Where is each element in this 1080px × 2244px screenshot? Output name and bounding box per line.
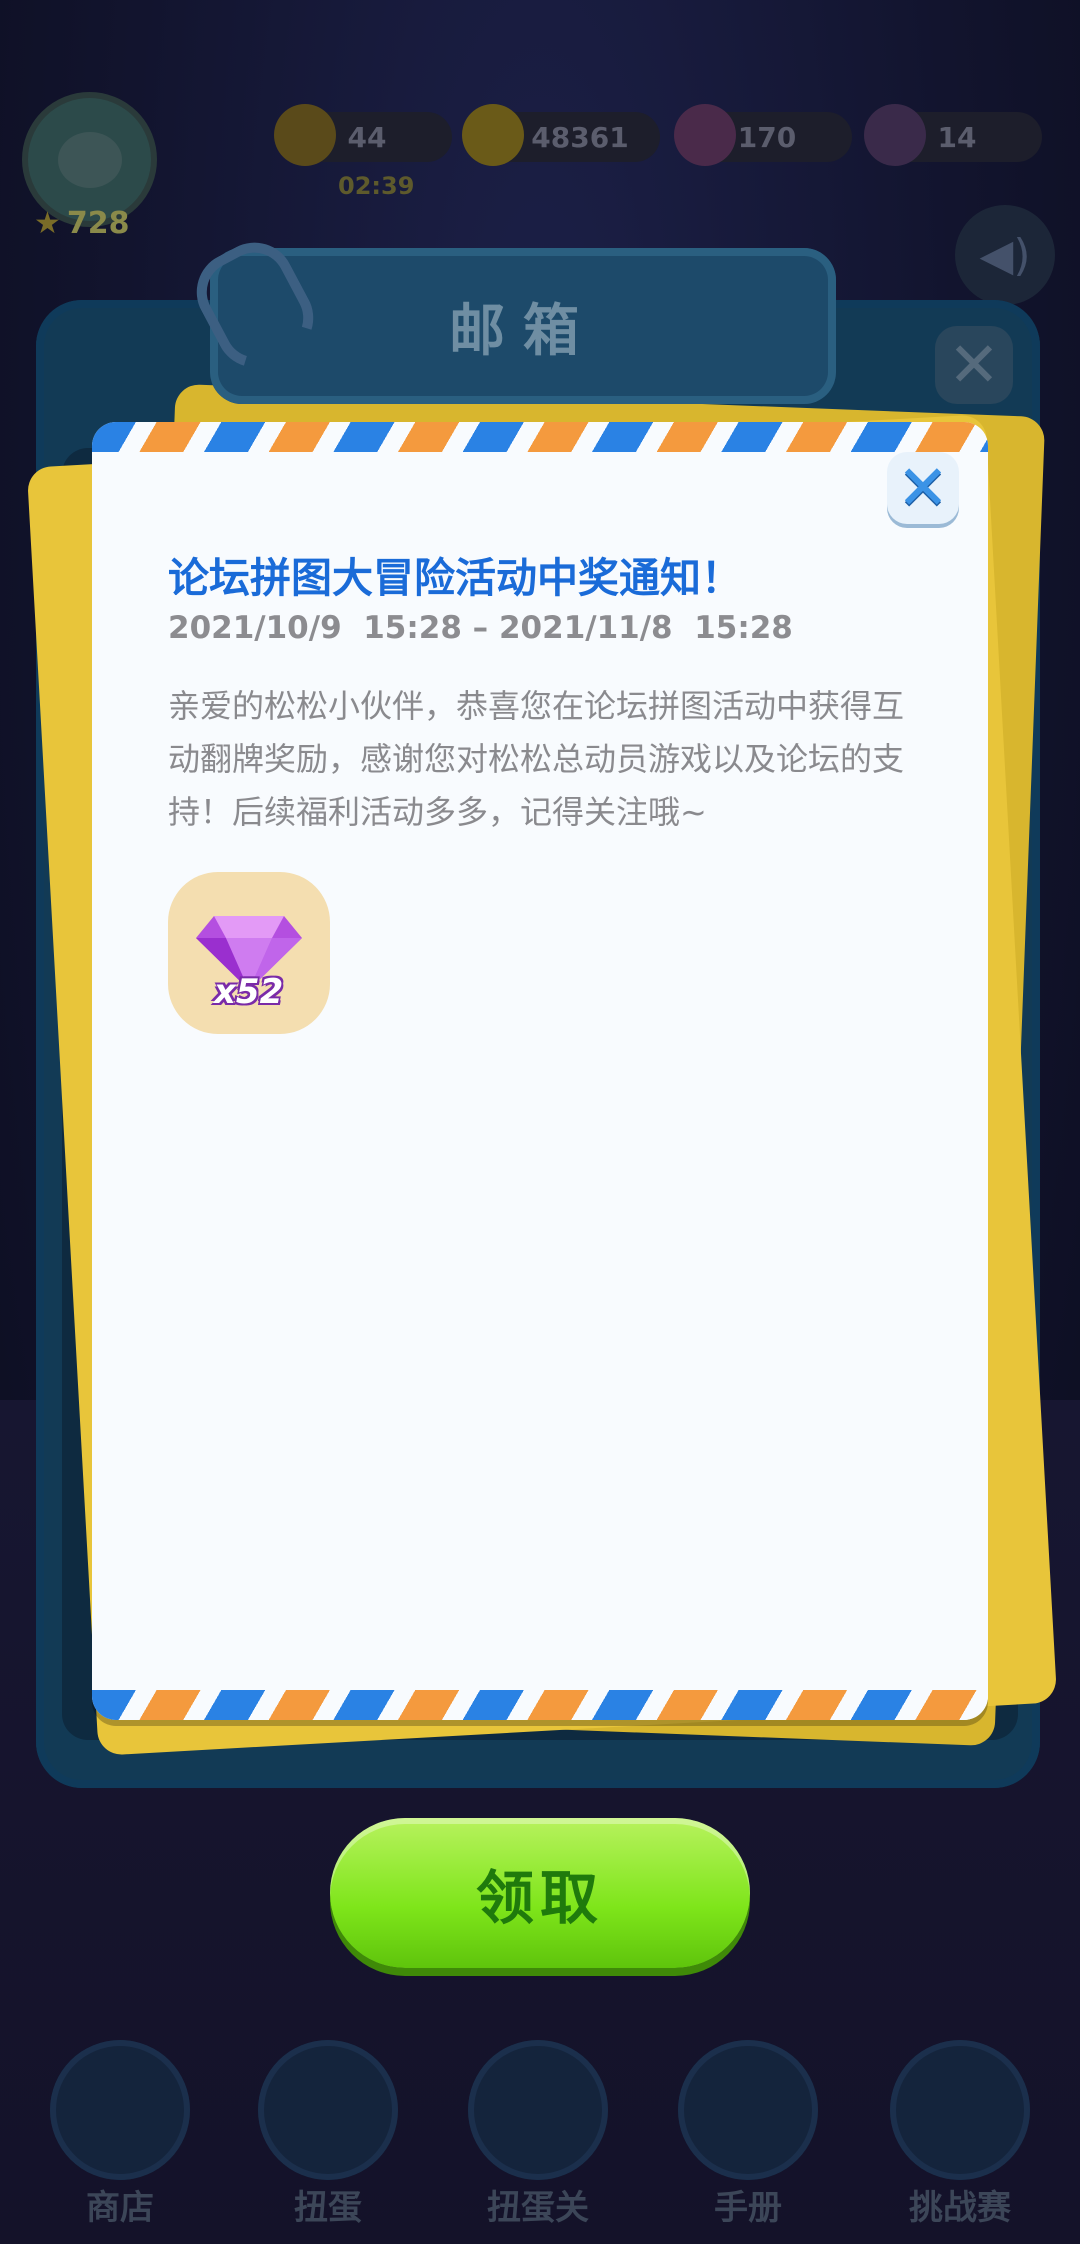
crown-icon (864, 104, 926, 166)
airmail-stripe-bottom (92, 1690, 988, 1720)
coin-value: 48361 (531, 120, 629, 154)
mail-letter: ✕ 论坛拼图大冒险活动中奖通知！ 2021/10/9 15:28 – 2021/… (92, 422, 988, 1720)
nav-item-challenge[interactable]: 挑战赛 (880, 2040, 1040, 2230)
nav-label: 手册 (714, 2188, 782, 2228)
reward-item[interactable]: x52 (168, 872, 330, 1034)
nav-label: 扭蛋关 (487, 2188, 589, 2228)
gacha-icon (258, 2040, 398, 2180)
crown-counter[interactable]: 14 (864, 104, 1042, 166)
coin-counter[interactable]: 48361 (462, 104, 660, 166)
nav-label: 扭蛋 (294, 2188, 362, 2228)
nav-item-shop[interactable]: 商店 (40, 2040, 200, 2230)
handbook-icon (678, 2040, 818, 2180)
gem-counter[interactable]: 170 (674, 104, 852, 166)
mailbox-title: 邮箱 (449, 298, 597, 364)
nav-item-gacha-level[interactable]: 扭蛋关 (458, 2040, 618, 2230)
star-icon: ★ (34, 206, 61, 241)
gem-value: 170 (737, 120, 797, 154)
reward-quantity: x52 (214, 972, 284, 1012)
player-level: ★ 728 (34, 206, 130, 241)
gem-icon (674, 104, 736, 166)
nav-label: 商店 (86, 2188, 154, 2228)
crown-value: 14 (937, 120, 977, 154)
mail-date-range: 2021/10/9 15:28 – 2021/11/8 15:28 (168, 610, 793, 646)
avatar-face (58, 132, 122, 188)
bottom-nav: 商店 扭蛋 扭蛋关 手册 挑战赛 (0, 2030, 1080, 2244)
speaker-icon[interactable]: ◀) (955, 205, 1055, 305)
play-icon (468, 2040, 608, 2180)
nav-item-gacha[interactable]: 扭蛋 (248, 2040, 408, 2230)
energy-value: 44 (347, 120, 387, 154)
close-icon: ✕ (897, 451, 949, 524)
nav-item-handbook[interactable]: 手册 (668, 2040, 828, 2230)
energy-counter[interactable]: 44 (274, 104, 452, 166)
top-hud: ★ 728 44 02:39 48361 170 14 (0, 0, 1080, 260)
player-level-value: 728 (66, 206, 130, 241)
shop-icon (50, 2040, 190, 2180)
lightning-icon (274, 104, 336, 166)
claim-button[interactable]: 领取 (330, 1818, 750, 1968)
coin-icon (462, 104, 524, 166)
crown-icon (890, 2040, 1030, 2180)
energy-timer: 02:39 (338, 172, 415, 200)
claim-button-label: 领取 (475, 1864, 604, 1932)
nav-label: 挑战赛 (909, 2188, 1011, 2228)
mail-body: 亲爱的松松小伙伴，恭喜您在论坛拼图活动中获得互动翻牌奖励，感谢您对松松总动员游戏… (168, 687, 905, 831)
airmail-stripe-top (92, 422, 988, 452)
mailbox-close-icon[interactable]: ✕ (935, 326, 1013, 404)
mail-title: 论坛拼图大冒险活动中奖通知！ (168, 554, 742, 602)
letter-close-button[interactable]: ✕ (887, 452, 959, 524)
